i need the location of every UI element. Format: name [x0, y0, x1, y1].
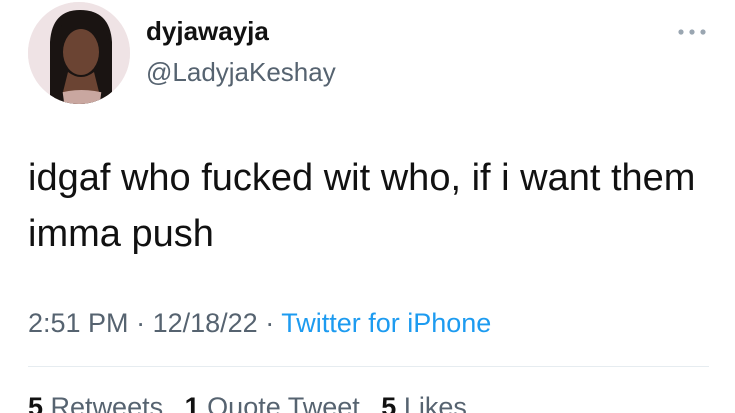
tweet-card: dyjawayja @LadyjaKeshay idgaf who fucked… [0, 0, 735, 413]
likes-count: 5 [381, 392, 397, 413]
user-handle[interactable]: @LadyjaKeshay [146, 56, 336, 88]
avatar[interactable] [28, 2, 130, 104]
tweet-time[interactable]: 2:51 PM [28, 308, 129, 338]
tweet-source-link[interactable]: Twitter for iPhone [281, 308, 491, 338]
meta-separator: · [265, 308, 275, 338]
avatar-photo [28, 2, 130, 104]
tweet-text: idgaf who fucked wit who, if i want them… [28, 157, 696, 255]
retweets-label: Retweets [50, 392, 164, 413]
tweet-meta: 2:51 PM · 12/18/22 · Twitter for iPhone [28, 306, 491, 340]
quote-label: Quote Tweet [207, 392, 360, 413]
quote-count: 1 [184, 392, 200, 413]
quote-tweets-stat[interactable]: 1 Quote Tweet [185, 392, 360, 413]
divider [28, 366, 709, 367]
likes-stat[interactable]: 5 Likes [381, 392, 467, 413]
tweet-date[interactable]: 12/18/22 [153, 308, 258, 338]
meta-separator: · [136, 308, 146, 338]
retweets-count: 5 [28, 392, 44, 413]
tweet-stats: 5 Retweets 1 Quote Tweet 5 Likes [28, 390, 481, 413]
retweets-stat[interactable]: 5 Retweets [28, 392, 163, 413]
display-name[interactable]: dyjawayja [146, 14, 269, 48]
likes-label: Likes [403, 392, 467, 413]
more-dots-icon[interactable] [676, 24, 708, 40]
